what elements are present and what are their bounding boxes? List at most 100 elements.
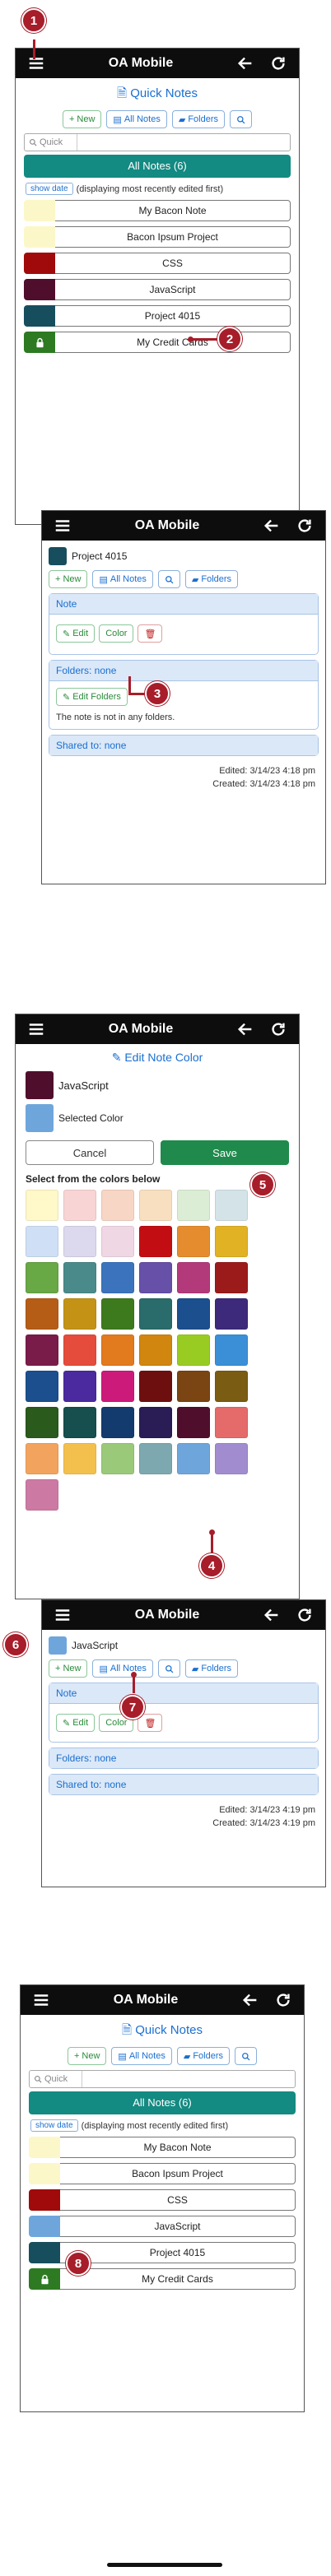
refresh-icon[interactable] <box>269 54 287 72</box>
all-notes-bar[interactable]: All Notes (6) <box>24 155 291 178</box>
list-item[interactable]: JavaScript <box>24 279 291 300</box>
color-swatch[interactable] <box>139 1226 172 1257</box>
folders-button[interactable]: ▰ Folders <box>176 2047 231 2065</box>
back-arrow-icon[interactable] <box>236 1020 254 1038</box>
color-swatch[interactable] <box>26 1443 58 1474</box>
color-swatch[interactable] <box>63 1298 96 1330</box>
color-swatch[interactable] <box>177 1262 210 1293</box>
color-swatch[interactable] <box>26 1190 58 1221</box>
color-swatch[interactable] <box>63 1262 96 1293</box>
delete-button[interactable]: 🗑 <box>138 624 163 643</box>
color-swatch[interactable] <box>215 1443 248 1474</box>
color-swatch[interactable] <box>26 1407 58 1438</box>
color-swatch[interactable] <box>63 1371 96 1402</box>
color-swatch[interactable] <box>215 1190 248 1221</box>
all-notes-button[interactable]: ▤ All Notes <box>111 2047 172 2065</box>
list-item[interactable]: My Credit Cards <box>24 332 291 353</box>
edit-button[interactable]: ✎ Edit <box>56 624 96 643</box>
search-button[interactable] <box>157 570 180 588</box>
edit-folders-button[interactable]: ✎ Edit Folders <box>56 688 128 706</box>
color-swatch[interactable] <box>139 1334 172 1366</box>
color-swatch[interactable] <box>63 1443 96 1474</box>
quick-search-input[interactable]: Quick <box>29 2070 296 2088</box>
delete-button[interactable]: 🗑 <box>138 1714 163 1732</box>
list-item[interactable]: Bacon Ipsum Project <box>24 226 291 248</box>
folders-button[interactable]: ▰ Folders <box>171 110 226 128</box>
search-button[interactable] <box>235 2047 258 2065</box>
show-date-button[interactable]: show date <box>26 183 73 195</box>
new-button[interactable]: + New <box>49 1659 88 1678</box>
color-swatch[interactable] <box>101 1371 134 1402</box>
color-swatch[interactable] <box>139 1407 172 1438</box>
color-swatch[interactable] <box>177 1334 210 1366</box>
color-swatch[interactable] <box>101 1298 134 1330</box>
color-swatch[interactable] <box>139 1443 172 1474</box>
color-swatch[interactable] <box>63 1334 96 1366</box>
color-swatch[interactable] <box>101 1226 134 1257</box>
refresh-icon[interactable] <box>296 517 314 535</box>
refresh-icon[interactable] <box>269 1020 287 1038</box>
list-item[interactable]: CSS <box>29 2189 296 2211</box>
quick-search-input[interactable]: Quick <box>24 133 291 151</box>
color-swatch[interactable] <box>101 1190 134 1221</box>
hamburger-menu-icon[interactable] <box>32 1991 50 2009</box>
color-swatch[interactable] <box>177 1226 210 1257</box>
color-swatch[interactable] <box>101 1334 134 1366</box>
color-swatch[interactable] <box>215 1226 248 1257</box>
save-button[interactable]: Save <box>161 1140 289 1165</box>
all-notes-button[interactable]: ▤ All Notes <box>92 1659 153 1678</box>
hamburger-menu-icon[interactable] <box>27 54 45 72</box>
refresh-icon[interactable] <box>296 1606 314 1624</box>
color-swatch[interactable] <box>139 1298 172 1330</box>
color-swatch[interactable] <box>215 1262 248 1293</box>
color-swatch[interactable] <box>215 1334 248 1366</box>
color-swatch[interactable] <box>63 1190 96 1221</box>
list-item[interactable]: My Bacon Note <box>24 200 291 221</box>
color-swatch[interactable] <box>26 1298 58 1330</box>
color-swatch[interactable] <box>26 1334 58 1366</box>
color-swatch[interactable] <box>215 1298 248 1330</box>
color-button[interactable]: Color <box>99 624 134 643</box>
color-swatch[interactable] <box>101 1443 134 1474</box>
back-arrow-icon[interactable] <box>241 1991 259 2009</box>
list-item[interactable]: Project 4015 <box>24 305 291 327</box>
edit-button[interactable]: ✎ Edit <box>56 1714 96 1732</box>
list-item[interactable]: My Bacon Note <box>29 2137 296 2158</box>
list-item[interactable]: JavaScript <box>29 2216 296 2237</box>
show-date-button[interactable]: show date <box>30 2119 78 2132</box>
color-swatch[interactable] <box>26 1226 58 1257</box>
search-button[interactable] <box>230 110 253 128</box>
cancel-button[interactable]: Cancel <box>26 1140 154 1165</box>
color-swatch[interactable] <box>139 1190 172 1221</box>
color-swatch[interactable] <box>177 1298 210 1330</box>
color-swatch[interactable] <box>63 1226 96 1257</box>
color-swatch[interactable] <box>26 1479 58 1511</box>
hamburger-menu-icon[interactable] <box>54 517 72 535</box>
color-swatch[interactable] <box>215 1407 248 1438</box>
back-arrow-icon[interactable] <box>263 517 281 535</box>
refresh-icon[interactable] <box>274 1991 292 2009</box>
color-swatch[interactable] <box>63 1407 96 1438</box>
back-arrow-icon[interactable] <box>263 1606 281 1624</box>
color-swatch[interactable] <box>101 1262 134 1293</box>
hamburger-menu-icon[interactable] <box>27 1020 45 1038</box>
all-notes-button[interactable]: ▤ All Notes <box>106 110 167 128</box>
color-swatch[interactable] <box>101 1407 134 1438</box>
color-swatch[interactable] <box>215 1371 248 1402</box>
color-swatch[interactable] <box>139 1371 172 1402</box>
all-notes-bar[interactable]: All Notes (6) <box>29 2091 296 2114</box>
color-swatch[interactable] <box>139 1262 172 1293</box>
folders-button[interactable]: ▰ Folders <box>184 1659 239 1678</box>
back-arrow-icon[interactable] <box>236 54 254 72</box>
new-button[interactable]: + New <box>62 110 102 128</box>
folders-button[interactable]: ▰ Folders <box>184 570 239 588</box>
new-button[interactable]: + New <box>49 570 88 588</box>
color-swatch[interactable] <box>177 1190 210 1221</box>
list-item[interactable]: Bacon Ipsum Project <box>29 2163 296 2184</box>
color-swatch[interactable] <box>177 1443 210 1474</box>
list-item[interactable]: CSS <box>24 253 291 274</box>
new-button[interactable]: + New <box>67 2047 107 2065</box>
hamburger-menu-icon[interactable] <box>54 1606 72 1624</box>
color-swatch[interactable] <box>26 1262 58 1293</box>
color-swatch[interactable] <box>177 1371 210 1402</box>
